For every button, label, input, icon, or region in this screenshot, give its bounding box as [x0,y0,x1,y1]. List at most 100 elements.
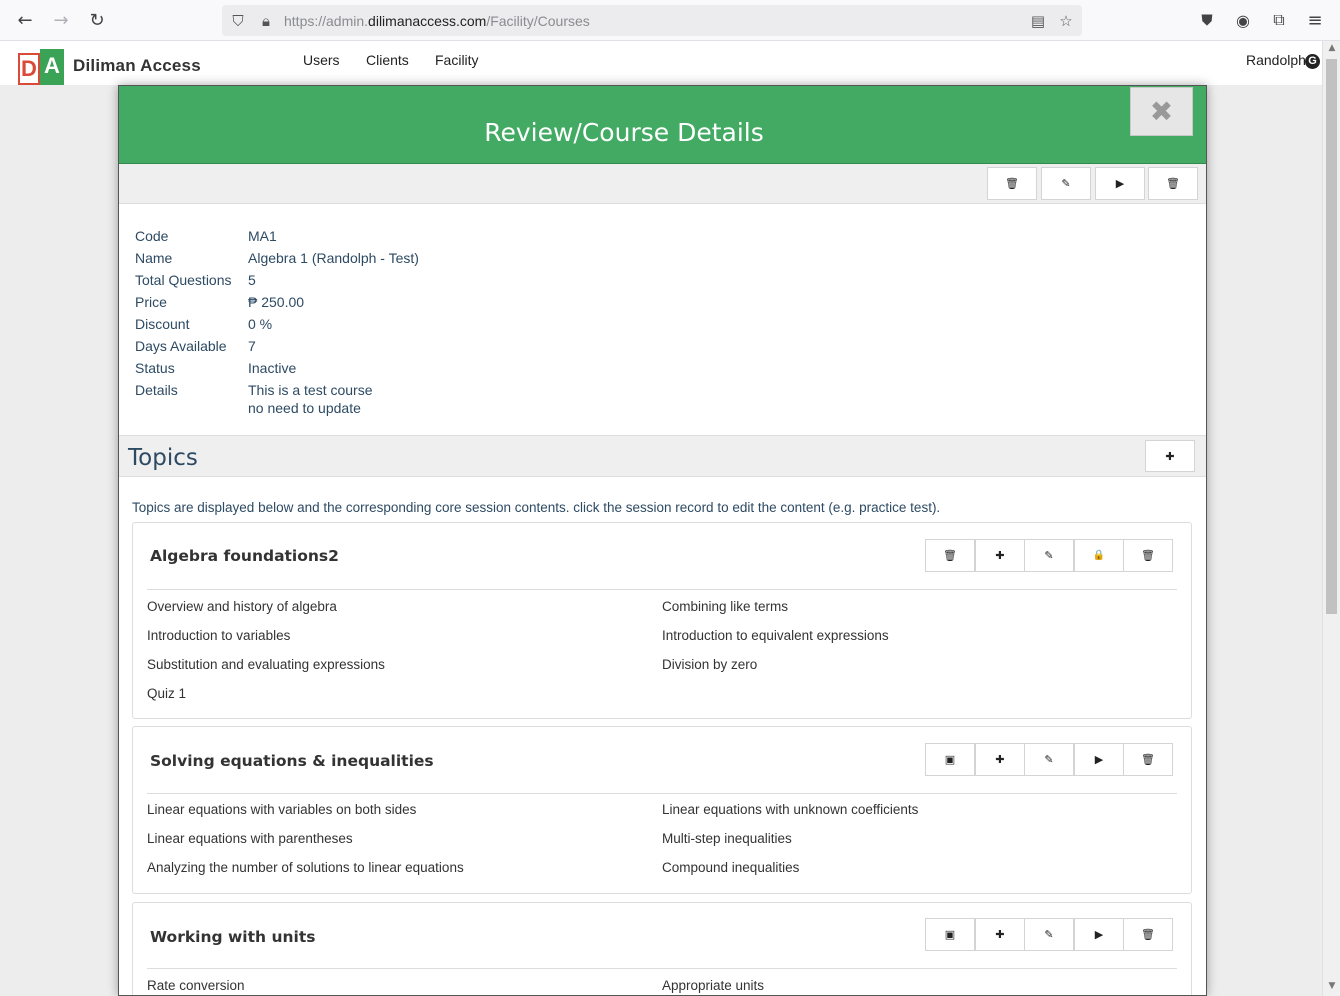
plus-icon: ✚ [995,549,1005,562]
modal-header: Review/Course Details ✖ [119,86,1206,164]
trash-icon: 🗑 [1141,928,1155,941]
pencil-icon: ✎ [1044,928,1054,941]
pencil-icon: ✎ [1044,549,1054,562]
session-item[interactable]: Introduction to equivalent expressions [662,628,889,643]
topic-card: Working with units ▣ ✚ ✎ ▶ 🗑 Rate conver… [132,902,1192,995]
course-toolbar: 🗑 ✎ ▶ 🗑 [119,164,1206,204]
detail-value: 5 [248,272,256,288]
add-session-button[interactable]: ✚ [975,918,1025,951]
session-item[interactable]: Linear equations with unknown coefficien… [662,802,918,817]
topic-lock-button[interactable]: 🔒 [1074,539,1124,572]
topic-divider [147,968,1177,969]
session-item[interactable]: Analyzing the number of solutions to lin… [147,860,464,875]
detail-value: Inactive [248,360,297,376]
detail-value: Algebra 1 (Randolph - Test) [248,250,419,266]
logo-letter-d: D [18,53,40,85]
trash-icon: 🗑 [1166,177,1180,190]
add-session-button[interactable]: ✚ [975,743,1025,776]
session-item[interactable]: Overview and history of algebra [147,599,337,614]
session-item[interactable]: Linear equations with variables on both … [147,802,416,817]
image-icon: ▣ [944,753,956,766]
session-item[interactable]: Combining like terms [662,599,788,614]
course-delete-button[interactable]: 🗑 [987,167,1037,200]
url-path: /Facility/Courses [486,13,590,29]
course-remove-button[interactable]: 🗑 [1148,167,1198,200]
trash-icon: 🗑 [1005,177,1019,190]
topic-delete-button[interactable]: 🗑 [925,539,975,572]
topics-title: Topics [128,445,198,471]
scroll-down-icon[interactable]: ▼ [1326,981,1338,993]
shield-icon[interactable]: ⛉ [228,11,248,31]
topic-name[interactable]: Solving equations & inequalities [150,752,434,770]
nav-users[interactable]: Users [303,52,340,68]
plus-icon: ✚ [995,928,1005,941]
topic-image-button[interactable]: ▣ [925,918,975,951]
topic-name[interactable]: Working with units [150,928,315,946]
topic-play-button[interactable]: ▶ [1074,918,1124,951]
course-details-modal: Review/Course Details ✖ 🗑 ✎ ▶ 🗑 Code MA1… [118,85,1207,996]
nav-clients[interactable]: Clients [366,52,409,68]
pencil-icon: ✎ [1061,177,1071,190]
back-arrow-icon[interactable]: ← [13,8,37,32]
detail-value: This is a test course [248,382,373,398]
address-bar[interactable]: ⛉ 🔒︎ https://admin.dilimanaccess.com/Fac… [222,5,1082,36]
session-item[interactable]: Linear equations with parentheses [147,831,353,846]
topic-play-button[interactable]: ▶ [1074,743,1124,776]
trash-icon: 🗑 [1141,753,1155,766]
session-item[interactable]: Rate conversion [147,978,245,993]
image-icon: ▣ [944,928,956,941]
session-item[interactable]: Introduction to variables [147,628,290,643]
add-session-button[interactable]: ✚ [975,539,1025,572]
account-icon[interactable]: ◉ [1231,8,1255,32]
session-item[interactable]: Compound inequalities [662,860,799,875]
brand-name[interactable]: Diliman Access [73,56,201,76]
topic-name[interactable]: Algebra foundations2 [150,547,339,565]
play-icon: ▶ [1115,177,1125,190]
topic-remove-button[interactable]: 🗑 [1123,539,1173,572]
page-scrollbar[interactable]: ▲ ▼ [1322,41,1340,996]
nav-facility[interactable]: Facility [435,52,479,68]
trash-icon: 🗑 [1141,549,1155,562]
session-item[interactable]: Division by zero [662,657,757,672]
bookmark-star-icon[interactable]: ☆ [1056,11,1076,31]
reader-view-icon[interactable]: ▤ [1028,11,1048,31]
plus-icon: ✚ [995,753,1005,766]
topic-remove-button[interactable]: 🗑 [1123,743,1173,776]
extensions-icon[interactable]: ⧉ [1267,8,1291,32]
topic-edit-button[interactable]: ✎ [1024,918,1074,951]
user-name[interactable]: Randolph [1246,52,1306,68]
topic-card: Solving equations & inequalities ▣ ✚ ✎ ▶… [132,726,1192,894]
lock-icon: 🔒 [1092,550,1106,561]
scroll-thumb[interactable] [1326,59,1337,614]
detail-label: Details [135,382,178,398]
pencil-icon: ✎ [1044,753,1054,766]
menu-icon[interactable]: ≡ [1303,8,1327,32]
detail-label: Status [135,360,175,376]
topic-remove-button[interactable]: 🗑 [1123,918,1173,951]
close-button[interactable]: ✖ [1130,87,1193,136]
topic-edit-button[interactable]: ✎ [1024,539,1074,572]
topic-image-button[interactable]: ▣ [925,743,975,776]
diliman-logo[interactable]: D A [16,45,66,89]
course-play-button[interactable]: ▶ [1095,167,1145,200]
topic-card: Algebra foundations2 🗑 ✚ ✎ 🔒 🗑 Overview … [132,522,1192,719]
session-item[interactable]: Quiz 1 [147,686,186,701]
course-edit-button[interactable]: ✎ [1041,167,1091,200]
plus-icon: ✚ [1165,449,1175,463]
topic-edit-button[interactable]: ✎ [1024,743,1074,776]
lock-icon[interactable]: 🔒︎ [256,11,276,31]
url-text[interactable]: https://admin.dilimanaccess.com/Facility… [284,13,590,29]
add-topic-button[interactable]: ✚ [1145,440,1195,472]
detail-value: 0 % [248,316,273,332]
forward-arrow-icon[interactable]: → [49,8,73,32]
scroll-up-icon[interactable]: ▲ [1326,43,1338,55]
user-badge[interactable]: G [1305,54,1320,69]
pocket-icon[interactable]: ⛊ [1195,8,1219,32]
session-item[interactable]: Substitution and evaluating expressions [147,657,385,672]
session-item[interactable]: Appropriate units [662,978,764,993]
modal-title-wrap: Review/Course Details [119,118,1129,147]
session-item[interactable]: Multi-step inequalities [662,831,792,846]
detail-label: Code [135,228,169,244]
reload-icon[interactable]: ↻ [85,8,109,32]
trash-icon: 🗑 [943,549,957,562]
